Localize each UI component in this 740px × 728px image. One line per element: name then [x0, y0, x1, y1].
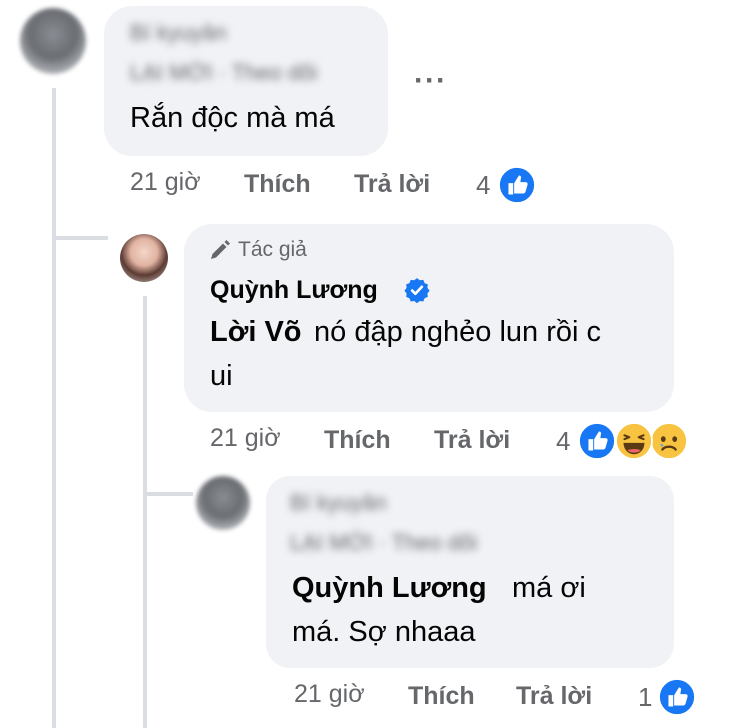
- reply-button[interactable]: Trả lời: [434, 426, 510, 455]
- author-name[interactable]: Quỳnh Lương: [210, 268, 378, 312]
- like-button[interactable]: Thích: [244, 170, 311, 199]
- author-avatar[interactable]: [120, 234, 168, 282]
- sad-reaction-icon[interactable]: [650, 422, 688, 460]
- reaction-count[interactable]: 4: [556, 426, 570, 457]
- author-reply-time[interactable]: 21 giờ: [210, 424, 281, 453]
- more-options-icon[interactable]: ···: [414, 64, 447, 98]
- comment-time[interactable]: 21 giờ: [130, 168, 201, 197]
- like-reaction-icon[interactable]: [658, 678, 696, 716]
- comment-text: Rắn độc mà má: [130, 102, 335, 134]
- haha-reaction-icon[interactable]: [615, 422, 653, 460]
- thread-line-branch-1: [52, 236, 108, 240]
- mention-tag[interactable]: Quỳnh Lương: [292, 566, 487, 610]
- reply-time[interactable]: 21 giờ: [294, 680, 365, 709]
- reply-button[interactable]: Trả lời: [354, 170, 430, 199]
- replier-name-blurred[interactable]: Bí kyuyân: [290, 490, 387, 516]
- reply-text-line1: má ơi: [512, 572, 586, 604]
- replier-avatar[interactable]: [196, 476, 250, 530]
- reaction-count[interactable]: 4: [476, 170, 490, 201]
- verified-badge-icon: [404, 278, 430, 303]
- mention-tag[interactable]: Lời Võ: [210, 310, 302, 354]
- reply-text-line2: má. Sợ nhaaa: [292, 616, 476, 648]
- author-reply-text-line2: ui: [210, 360, 233, 392]
- reaction-count[interactable]: 1: [638, 682, 652, 713]
- commenter-name-blurred[interactable]: Bí kyuyân: [130, 20, 227, 46]
- like-reaction-icon[interactable]: [498, 166, 536, 204]
- like-button[interactable]: Thích: [408, 682, 475, 711]
- like-button[interactable]: Thích: [324, 426, 391, 455]
- commenter-subline-blurred: LẠI MỚI · Theo dõi: [130, 60, 318, 85]
- thread-line-sub: [143, 296, 147, 728]
- thread-line-main: [52, 88, 56, 728]
- author-badge: Tác giả: [238, 238, 307, 261]
- like-reaction-icon[interactable]: [578, 422, 616, 460]
- commenter-avatar[interactable]: [20, 8, 86, 74]
- author-pen-icon: [211, 240, 230, 259]
- replier-subline-blurred: LẠI MỚI · Theo dõi: [290, 530, 478, 555]
- reply-button[interactable]: Trả lời: [516, 682, 592, 711]
- author-reply-text-line1: nó đập nghẻo lun rồi c: [314, 316, 601, 348]
- thread-line-branch-2: [143, 492, 193, 496]
